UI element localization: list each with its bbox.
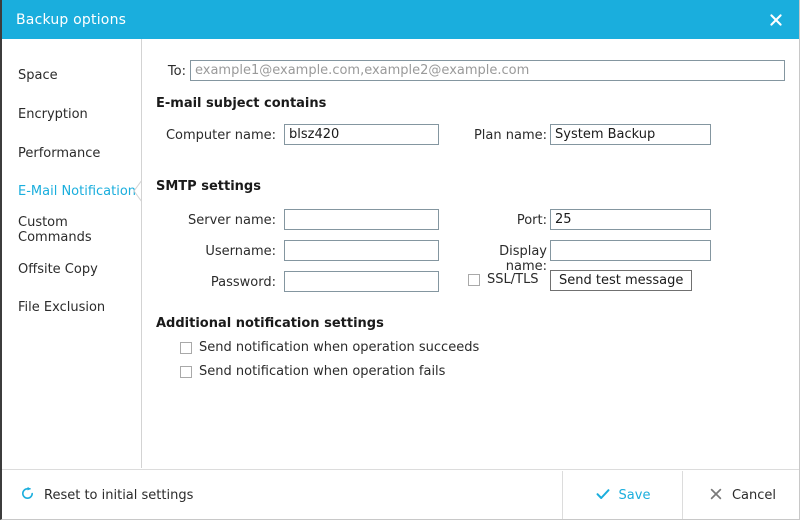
footer-bar: Reset to initial settings Save Cancel (2, 469, 799, 519)
sidebar-item-label: E-Mail Notification (18, 183, 137, 199)
sidebar-item-label: Space (18, 67, 58, 83)
save-label: Save (618, 488, 651, 503)
sidebar-item-label: Offsite Copy (18, 261, 98, 277)
additional-section-title: Additional notification settings (156, 316, 384, 331)
cancel-button[interactable]: Cancel (683, 471, 799, 519)
sidebar-item-label: Custom Commands (18, 215, 92, 245)
sidebar: Space Encryption Performance E-Mail Noti… (2, 39, 141, 468)
sidebar-item-encryption[interactable]: Encryption (2, 103, 141, 125)
notify-on-failure-checkbox[interactable]: Send notification when operation fails (180, 364, 445, 379)
close-button[interactable] (753, 0, 799, 39)
checkbox-box (468, 273, 480, 286)
smtp-section-title: SMTP settings (156, 179, 261, 194)
sidebar-item-offsite-copy[interactable]: Offsite Copy (2, 258, 141, 280)
username-label: Username: (205, 244, 276, 259)
to-label: To: (167, 64, 186, 79)
plan-name-label: Plan name: (473, 128, 547, 143)
notify-on-failure-label: Send notification when operation fails (199, 364, 446, 379)
email-notification-panel: To: E-mail subject contains Computer nam… (142, 39, 799, 468)
checkbox-box (180, 341, 192, 354)
plan-name-input[interactable] (550, 124, 711, 145)
username-input[interactable] (284, 240, 439, 261)
ssl-tls-label: SSL/TLS (487, 272, 539, 287)
display-name-input[interactable] (550, 240, 711, 261)
to-input[interactable] (190, 60, 785, 81)
notify-on-success-checkbox[interactable]: Send notification when operation succeed… (180, 340, 479, 355)
sidebar-item-email-notification[interactable]: E-Mail Notification (2, 180, 141, 202)
title-bar: Backup options (2, 0, 799, 39)
sidebar-item-label: Performance (18, 145, 101, 161)
sidebar-item-custom-commands[interactable]: Custom Commands (2, 215, 141, 245)
checkbox-box (180, 365, 192, 378)
x-icon (708, 486, 724, 506)
reset-label: Reset to initial settings (44, 487, 194, 503)
save-button[interactable]: Save (563, 471, 682, 519)
sidebar-item-performance[interactable]: Performance (2, 142, 141, 164)
port-input[interactable] (550, 209, 711, 230)
display-name-label: Display name: (499, 244, 547, 274)
reset-circular-arrow-icon (20, 486, 35, 505)
port-label: Port: (516, 213, 547, 228)
server-name-label: Server name: (187, 213, 276, 228)
reset-to-initial-settings-button[interactable]: Reset to initial settings (20, 470, 194, 519)
send-test-message-button[interactable]: Send test message (550, 270, 693, 291)
backup-options-dialog: Backup options Space Encryption Performa… (0, 0, 800, 520)
ssl-tls-checkbox[interactable]: SSL/TLS (468, 272, 539, 287)
sidebar-item-space[interactable]: Space (2, 64, 141, 86)
sidebar-item-file-exclusion[interactable]: File Exclusion (2, 296, 141, 318)
password-label: Password: (210, 275, 276, 290)
email-subject-section-title: E-mail subject contains (156, 96, 327, 111)
close-icon (768, 12, 784, 28)
computer-name-label: Computer name: (165, 128, 276, 143)
sidebar-item-label: Encryption (18, 106, 88, 122)
password-input[interactable] (284, 271, 439, 292)
sidebar-item-label: File Exclusion (18, 299, 106, 315)
window-title: Backup options (16, 11, 127, 28)
cancel-label: Cancel (731, 488, 777, 503)
server-name-input[interactable] (284, 209, 439, 230)
notify-on-success-label: Send notification when operation succeed… (199, 340, 480, 355)
check-icon (595, 486, 611, 506)
computer-name-input[interactable] (284, 124, 439, 145)
